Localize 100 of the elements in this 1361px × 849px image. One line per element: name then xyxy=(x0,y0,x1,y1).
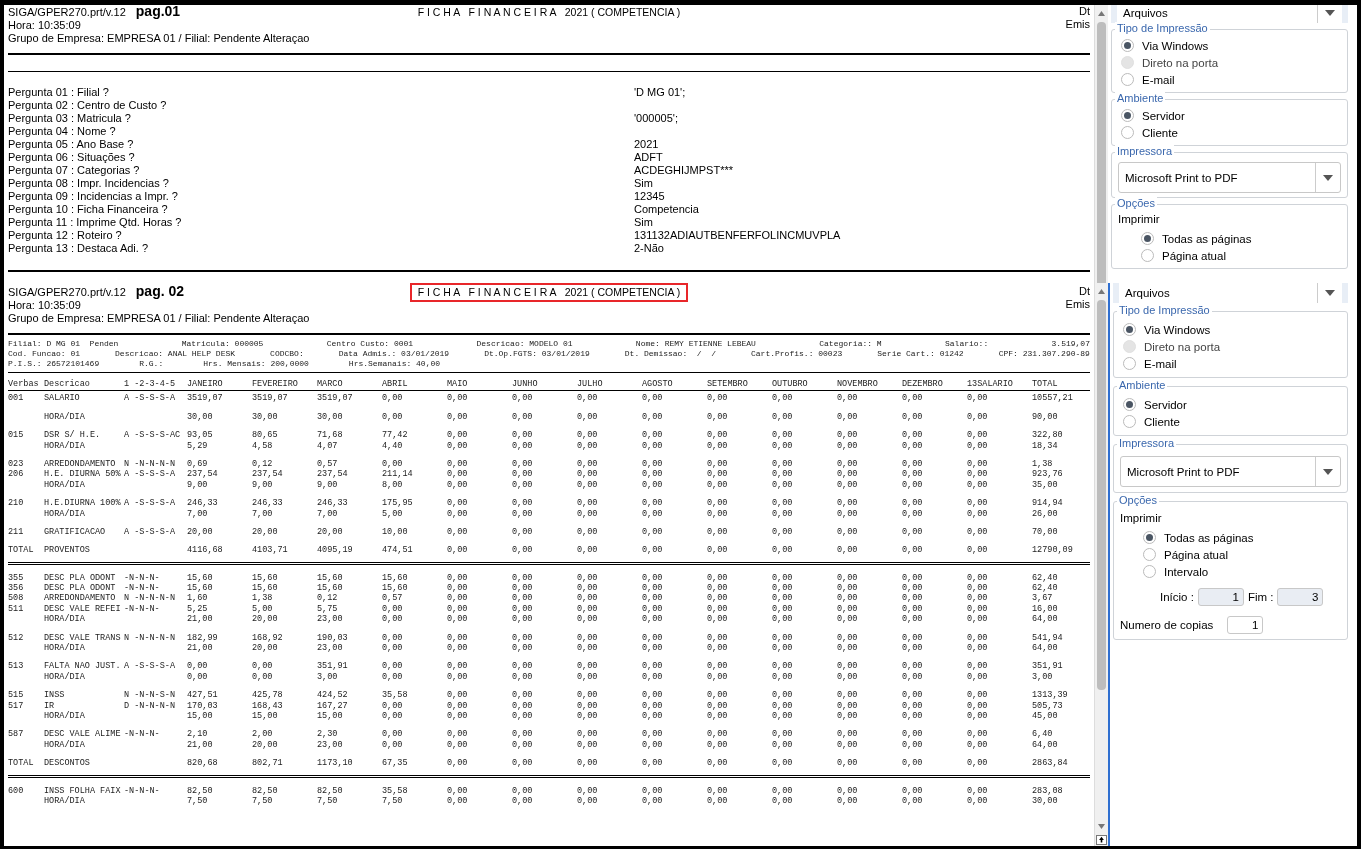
table-cell-text: 0,00 xyxy=(837,729,859,740)
table-cell-text: 0,00 xyxy=(902,545,924,556)
table-cell-text: 0,00 xyxy=(642,614,664,625)
caret-icon[interactable] xyxy=(1325,290,1335,296)
table-cell-text: 4116,68 xyxy=(187,545,224,556)
info-field: R.G.: xyxy=(139,359,164,369)
table-cell-text: 0,00 xyxy=(902,700,924,711)
scroll-up-icon[interactable] xyxy=(1097,9,1106,18)
table-cell-text: 0,00 xyxy=(512,739,534,751)
radio-label[interactable]: Cliente xyxy=(1144,415,1180,428)
printer-dropdown[interactable]: Microsoft Print to PDF xyxy=(1120,456,1341,487)
radio-button[interactable] xyxy=(1121,126,1134,139)
table-cell-text: 62,40 xyxy=(1032,572,1059,584)
radio-button[interactable] xyxy=(1143,548,1156,561)
table-cell-text: 0,00 xyxy=(772,411,794,423)
scroll-down-icon[interactable] xyxy=(1097,822,1106,831)
caret-icon[interactable] xyxy=(1323,468,1333,475)
radio-label[interactable]: E-mail xyxy=(1144,357,1177,370)
table-cell-text: 0,00 xyxy=(837,785,859,796)
printer-dropdown[interactable]: Microsoft Print to PDF xyxy=(1118,162,1341,193)
table-cell-text: 23,00 xyxy=(317,643,344,654)
table-cell-text: 7,00 xyxy=(317,508,339,519)
table-cell-text: 0,00 xyxy=(967,393,989,404)
dropdown[interactable]: Arquivos xyxy=(1117,5,1342,23)
radio-button[interactable] xyxy=(1123,323,1136,336)
parameter-value: Sim xyxy=(634,216,654,229)
table-cell-text: 0,00 xyxy=(577,508,599,519)
table-cell-text: 0,00 xyxy=(707,572,729,584)
table-cell-text: 0,00 xyxy=(902,729,924,740)
table-cell-text: 0,00 xyxy=(967,508,989,519)
table-cell-text: 5,25 xyxy=(187,603,209,615)
copies-field[interactable]: 1 xyxy=(1227,616,1264,634)
caret-icon[interactable] xyxy=(1323,174,1333,181)
radio-button[interactable] xyxy=(1123,398,1136,411)
table-cell-text: 70,00 xyxy=(1032,526,1059,538)
table-cell-text: 0,00 xyxy=(577,526,599,538)
table-cell-text: 0,00 xyxy=(577,661,599,672)
parameter-label: Pergunta 09 : Incidencias a Impr. ? xyxy=(8,190,179,203)
table-cell-text: 7,50 xyxy=(382,795,404,807)
table-cell-text: 474,51 xyxy=(382,545,414,556)
table-cell-text: 0,00 xyxy=(577,411,599,423)
page-up-icon[interactable] xyxy=(1096,835,1107,845)
radio-button[interactable] xyxy=(1141,249,1154,262)
table-cell-text: 0,00 xyxy=(902,526,924,538)
scrollbar[interactable] xyxy=(1094,5,1108,283)
radio-label[interactable]: Servidor xyxy=(1142,109,1185,122)
table-cell-text: 0,00 xyxy=(447,758,469,769)
table-cell-text: 0,00 xyxy=(512,469,534,480)
parameter-label: Pergunta 04 : Nome ? xyxy=(8,125,117,138)
radio-button[interactable] xyxy=(1121,39,1134,52)
scroll-up-icon[interactable] xyxy=(1097,287,1106,296)
table-cell-text: 0,00 xyxy=(512,795,534,807)
radio-label[interactable]: Cliente xyxy=(1142,126,1178,139)
radio-label[interactable]: Via Windows xyxy=(1142,39,1209,52)
radio-button[interactable] xyxy=(1121,73,1134,86)
radio-label[interactable]: Via Windows xyxy=(1144,323,1211,336)
radio-button[interactable] xyxy=(1121,109,1134,122)
caret-icon[interactable] xyxy=(1325,10,1335,16)
scrollbar[interactable] xyxy=(1094,283,1108,846)
table-cell-text: 30,00 xyxy=(317,411,344,423)
table-cell-text: 587 xyxy=(8,729,25,740)
table-cell-text: 0,00 xyxy=(837,479,859,491)
table-cell-text: 0,00 xyxy=(902,711,924,722)
parameter-label: Pergunta 13 : Destaca Adi. ? xyxy=(8,242,150,255)
end-page-field[interactable]: 3 xyxy=(1277,588,1324,606)
radio-label[interactable]: Página atual xyxy=(1162,249,1226,262)
table-cell-text: 0,00 xyxy=(707,583,729,594)
radio-label[interactable]: Intervalo xyxy=(1164,565,1209,578)
radio-button[interactable] xyxy=(1143,565,1156,578)
table-cell-text: 21,00 xyxy=(187,643,214,654)
table-cell-text: 0,00 xyxy=(902,393,924,404)
table-cell-text: 0,00 xyxy=(902,632,924,644)
radio-label[interactable]: Página atual xyxy=(1164,548,1228,561)
radio-label[interactable]: E-mail xyxy=(1142,73,1175,86)
table-cell-text: 0,00 xyxy=(512,614,534,625)
report-time: Hora: 10:35:09 xyxy=(8,299,82,312)
table-cell-text: 0,00 xyxy=(902,614,924,625)
table-cell-text: 237,54 xyxy=(317,469,349,480)
table-cell-text: 71,68 xyxy=(317,430,344,441)
radio-label: Direto na porta xyxy=(1144,340,1221,353)
table-cell-text: 15,60 xyxy=(187,572,214,584)
table-cell-text: 0,00 xyxy=(837,572,859,584)
table-cell-text: 0,00 xyxy=(707,430,729,441)
table-cell-text: 0,00 xyxy=(772,526,794,538)
dropdown[interactable]: Arquivos xyxy=(1119,283,1342,303)
table-cell-text: H.E. DIURNA 50% xyxy=(44,469,122,480)
radio-button[interactable] xyxy=(1123,357,1136,370)
start-page-field[interactable]: 1 xyxy=(1197,588,1244,606)
table-cell-text: -N-N-N- xyxy=(124,603,161,615)
radio-button[interactable] xyxy=(1123,415,1136,428)
table-cell-text: 0,00 xyxy=(772,661,794,672)
table-cell-text: 15,60 xyxy=(382,572,409,584)
table-cell-text: 0,00 xyxy=(577,690,599,701)
table-cell-text: N -N-N-N-N xyxy=(124,458,176,470)
radio-label[interactable]: Servidor xyxy=(1144,398,1187,411)
radio-label[interactable]: Todas as páginas xyxy=(1162,232,1252,245)
radio-button[interactable] xyxy=(1143,531,1156,544)
table-cell-text: 18,34 xyxy=(1032,440,1059,451)
radio-label[interactable]: Todas as páginas xyxy=(1164,531,1254,544)
radio-button[interactable] xyxy=(1141,232,1154,245)
